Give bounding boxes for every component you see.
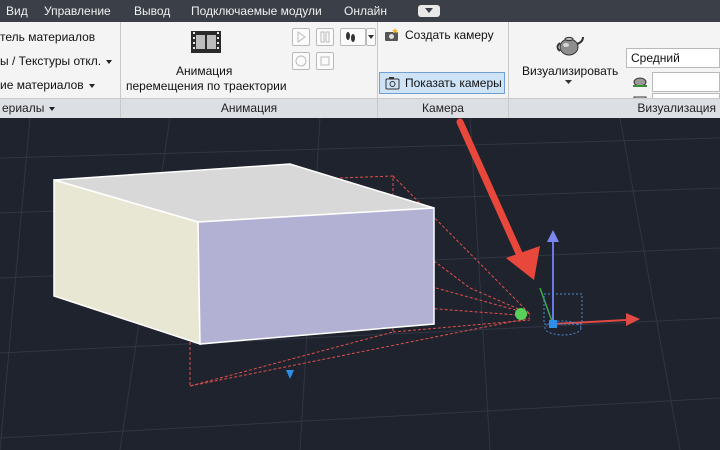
footsteps-icon <box>346 32 355 42</box>
annotation-arrow <box>456 118 540 280</box>
camera-gizmo[interactable] <box>515 230 640 336</box>
chevron-down-icon <box>565 80 572 84</box>
materials-browser-button[interactable]: тель материалов <box>0 30 95 44</box>
viewport-scene <box>0 118 720 450</box>
render-quality-select[interactable]: Средний <box>626 48 720 68</box>
stop-button[interactable] <box>316 52 334 70</box>
camera-panel-footer: Камера <box>378 98 508 118</box>
materials-mapping-label: ие материалов <box>0 78 84 92</box>
camera-icon <box>385 77 400 90</box>
chevron-down-icon <box>368 35 374 39</box>
materials-textures-label: ы / Текстуры откл. <box>0 54 102 68</box>
show-cameras-button[interactable]: Показать камеры <box>379 72 505 94</box>
show-cameras-label: Показать камеры <box>405 76 502 90</box>
record-icon <box>295 55 307 67</box>
menu-item-plugins[interactable]: Подключаемые модули <box>191 4 322 18</box>
teapot-icon <box>556 36 584 56</box>
materials-panel-title: ериалы <box>2 101 45 115</box>
ribbon: тель материалов ы / Текстуры откл. ие ма… <box>0 22 720 118</box>
play-icon <box>297 31 306 43</box>
render-preset-field[interactable] <box>652 72 720 92</box>
materials-mapping-button[interactable]: ие материалов <box>0 78 95 92</box>
viewport-3d[interactable] <box>0 118 720 450</box>
render-preset-icon <box>633 77 647 87</box>
render-panel-footer: Визуализация <box>509 98 720 118</box>
chevron-down-icon <box>106 59 113 64</box>
pause-button[interactable] <box>316 28 334 46</box>
menu-item-output[interactable]: Вывод <box>134 4 170 18</box>
camera-add-icon <box>385 28 398 41</box>
stop-icon <box>320 56 330 66</box>
materials-panel-footer[interactable]: ериалы <box>0 98 120 118</box>
camera-target-marker[interactable] <box>286 370 294 379</box>
cloud-dropdown-icon[interactable] <box>418 5 440 17</box>
materials-textures-toggle[interactable]: ы / Текстуры откл. <box>0 54 113 68</box>
box-front-face <box>197 207 435 345</box>
pause-icon <box>320 31 330 43</box>
play-button[interactable] <box>292 28 310 46</box>
chevron-down-icon <box>88 83 95 88</box>
walk-dropdown-button[interactable] <box>366 28 376 46</box>
render-label: Визуализировать <box>522 64 619 78</box>
record-button[interactable] <box>292 52 310 70</box>
path-animation-label-1: Анимация <box>176 64 233 78</box>
menu-bar: Вид Управление Вывод Подключаемые модули… <box>0 0 720 22</box>
create-camera-label: Создать камеру <box>405 28 494 42</box>
box-3d[interactable] <box>53 163 435 346</box>
animation-panel-footer: Анимация <box>121 98 377 118</box>
menu-item-manage[interactable]: Управление <box>44 4 111 18</box>
chevron-down-icon <box>49 106 56 111</box>
film-strip-icon <box>191 31 221 53</box>
menu-item-view[interactable]: Вид <box>6 4 28 18</box>
menu-item-online[interactable]: Онлайн <box>344 4 387 18</box>
path-animation-label-2: перемещения по траектории <box>126 79 287 93</box>
walk-button[interactable] <box>340 28 366 46</box>
